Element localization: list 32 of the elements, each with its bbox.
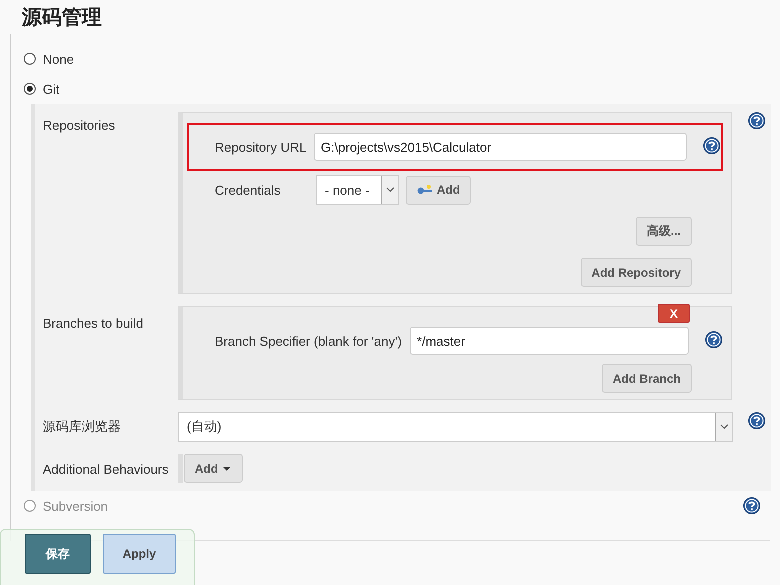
help-icon[interactable] (703, 136, 721, 154)
scm-radio-option[interactable]: Subversion (11, 491, 108, 521)
field-label: 源码库浏览器 (42, 418, 122, 436)
caret-icon (222, 466, 232, 472)
scm-radio-option[interactable]: None (11, 44, 74, 74)
field-label: Branches to build (42, 315, 144, 333)
chevron-icon (720, 424, 728, 430)
add-credentials-button[interactable]: Add (406, 176, 472, 204)
help-icon[interactable] (743, 497, 761, 515)
delete-button[interactable]: X (658, 304, 690, 323)
add-behaviour-button[interactable]: Add (184, 454, 244, 483)
section-title: 源码管理 (20, 6, 103, 31)
field-label: Additional Behaviours (42, 461, 170, 479)
field-label: Repositories (42, 117, 116, 135)
key-icon (417, 184, 433, 196)
save-button[interactable]: 保存 (25, 534, 91, 574)
credentials-dropdown[interactable]: - none - (316, 175, 399, 205)
branch-input-field[interactable]: */master (410, 327, 689, 355)
advanced-button[interactable]: 高级... (636, 217, 692, 246)
help-icon[interactable] (748, 412, 766, 430)
add-branch-button[interactable]: Add Branch (602, 364, 692, 393)
help-icon[interactable] (705, 330, 723, 348)
apply-button[interactable]: Apply (103, 534, 176, 574)
add-repository-button[interactable]: Add Repository (580, 258, 692, 287)
browser-dropdown[interactable]: (自动) (178, 412, 733, 442)
help-icon[interactable] (748, 112, 766, 130)
field-label: Credentials (215, 182, 282, 198)
chevron-icon (386, 187, 394, 193)
field-label: Repository URL (215, 140, 308, 154)
scm-radio-option[interactable]: Git (11, 74, 60, 104)
field-label: Branch Specifier (blank for 'any') (215, 334, 402, 348)
url-input-field[interactable]: G:\projects\vs2015\Calculator (314, 133, 687, 161)
